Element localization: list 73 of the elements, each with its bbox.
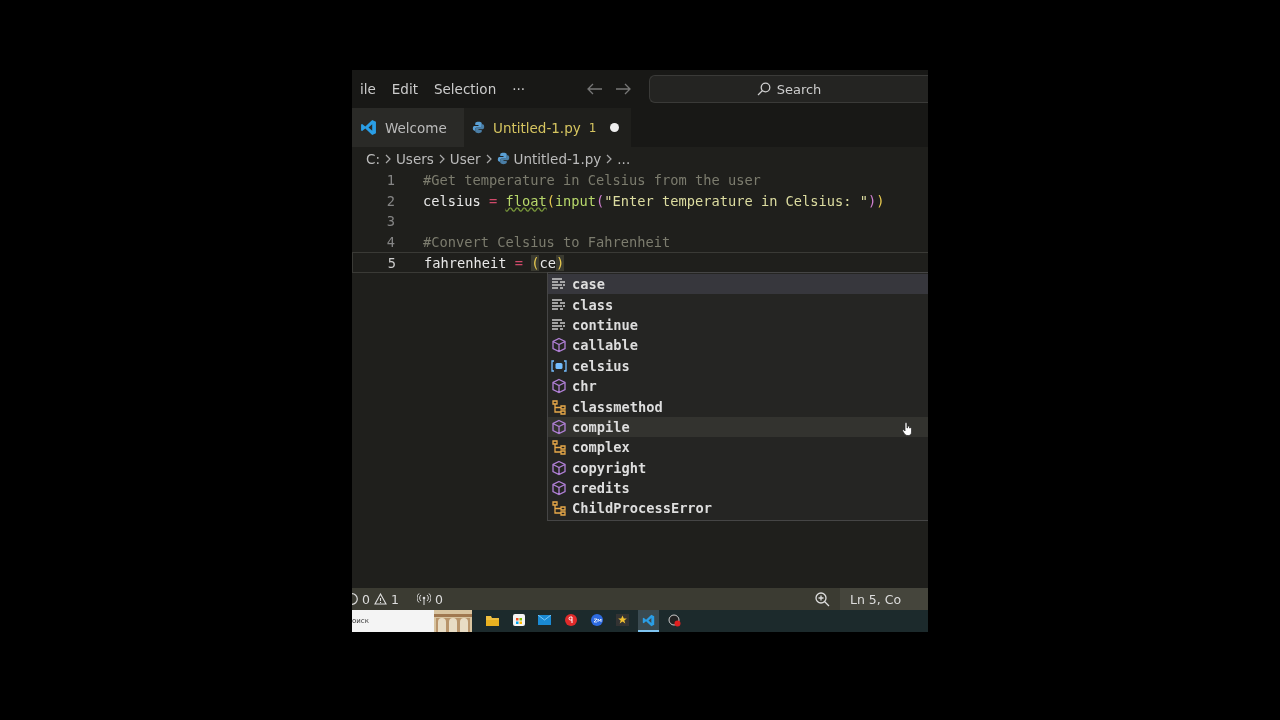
line-number: 3 [385,213,395,230]
class-icon [551,500,567,517]
unsaved-dot [610,123,620,132]
code-line: celsius = float(input("Enter temperature in Celsius: ")) [423,192,885,209]
errors-status[interactable]: 0 1 [352,591,399,607]
code-editor-icon [642,613,655,627]
suggestion-item[interactable]: ChildProcessError [548,498,928,519]
cube-icon [551,337,567,354]
breadcrumb-item[interactable]: C: [366,150,380,167]
zoom-in-icon[interactable] [814,591,830,607]
python-icon [472,121,485,134]
search-field[interactable]: Search [649,75,928,103]
suggestion-item[interactable]: credits [548,477,928,499]
python-icon [496,152,510,165]
suggestion-item[interactable]: continue [548,314,928,336]
cube-icon [551,418,567,435]
chevron-icon [437,153,446,164]
cube-icon [551,378,567,395]
cube-icon [551,459,567,476]
class-icon [551,439,567,456]
code-line: #Get temperature in Celsius from the user [423,172,761,189]
menu-item[interactable]: ··· [504,81,534,97]
class-icon [551,398,567,415]
forward-arrow-icon[interactable] [615,83,632,95]
line-number: 2 [385,192,395,209]
recorder-icon [668,613,681,627]
line-number: 1 [385,172,395,189]
suggestion-item[interactable]: copyright [548,457,928,478]
problem-count: 1 [588,120,597,135]
suggestion-item[interactable]: class [548,294,928,315]
back-arrow-icon[interactable] [587,83,604,95]
suggestion-item[interactable]: case [548,274,928,295]
menu-item[interactable]: Selection [425,81,505,97]
hand-pointer-icon [902,421,912,436]
chevron-icon [484,153,493,164]
suggestion-item[interactable]: chr [548,375,928,397]
search-icon [756,82,771,96]
browser-icon [564,614,577,626]
editor-tab[interactable]: Welcome [352,108,464,147]
keyword-icon [551,297,567,312]
chevron-icon [605,153,614,164]
meeting-icon [590,614,603,626]
breadcrumb-item[interactable]: User [449,150,481,167]
keyword-icon [551,277,567,292]
suggestion-item[interactable]: compile [548,416,928,438]
breadcrumb-item[interactable]: ... [617,150,631,167]
code-editor-icon [360,119,377,136]
error-icon [352,593,358,605]
store-icon [512,614,525,626]
menu-item[interactable]: ile [352,81,384,97]
suggestion-item[interactable]: celsius [548,355,928,376]
suggestion-item[interactable]: classmethod [548,396,928,417]
code-line: fahrenheit = (ce) [424,254,565,271]
mail-icon [538,615,551,625]
antenna-icon [416,592,431,606]
chevron-icon [384,153,392,164]
code-line: #Convert Celsius to Fahrenheit [423,234,671,251]
breadcrumb-item[interactable]: Untitled-1.py [513,150,602,167]
suggestion-item[interactable]: complex [548,437,928,458]
line-number: 5 [386,254,396,271]
star-icon [616,614,629,626]
variable-icon [551,358,567,373]
editor-tab[interactable]: Untitled-1.py 1 [464,108,632,147]
breadcrumb-item[interactable]: Users [396,150,434,167]
cube-icon [551,480,567,497]
menu-item[interactable]: Edit [383,81,426,97]
folder-icon [486,614,499,626]
suggestion-item[interactable]: callable [548,335,928,356]
cursor-position[interactable]: Ln 5, Co [840,588,928,610]
keyword-icon [551,317,567,332]
warning-icon [373,593,387,605]
line-number: 4 [385,234,395,251]
ports-status[interactable]: 0 [416,591,443,607]
